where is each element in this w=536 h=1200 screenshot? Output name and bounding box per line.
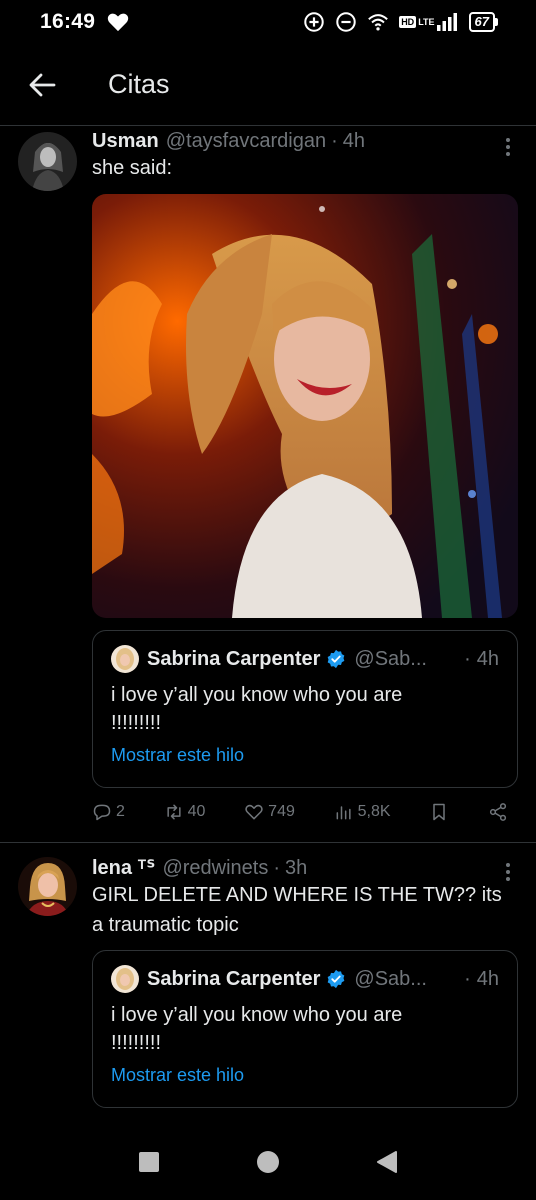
tweet-header: Usman @taysfavcardigan · 4h (92, 130, 518, 153)
author-name[interactable]: lena ᵀᔆ (92, 855, 155, 880)
like-icon (245, 804, 263, 820)
author-handle[interactable]: @taysfavcardigan (166, 130, 326, 153)
bookmark-icon (433, 803, 446, 821)
repost-count: 40 (187, 803, 206, 820)
back-button[interactable] (12, 55, 72, 115)
heart-icon (108, 13, 129, 32)
separator-dot: · (331, 130, 338, 152)
data-saver-icon (304, 12, 324, 32)
quoted-author-handle: @Sab... (354, 647, 427, 670)
quoted-tweet-header: Sabrina Carpenter @Sab... · 4h (111, 965, 499, 993)
battery-level: 67 (468, 12, 495, 32)
status-bar: 16:49 HD LTE 67 (0, 0, 536, 44)
separator-dot: · (273, 857, 281, 879)
system-navigation-bar (0, 1123, 536, 1200)
network-indicator: HD LTE (399, 13, 458, 31)
verified-badge-icon (328, 969, 345, 989)
quoted-tweet-time: 4h (476, 967, 499, 990)
status-icons: HD LTE 67 (303, 11, 498, 33)
recents-square-icon (139, 1151, 160, 1172)
tweet-text: GIRL DELETE AND WHERE IS THE TW?? its a … (92, 884, 502, 936)
quoted-tweet[interactable]: Sabrina Carpenter @Sab... · 4h i love y’… (92, 630, 518, 788)
bookmark-button[interactable] (429, 802, 449, 822)
like-button[interactable]: 749 (244, 802, 295, 822)
separator-dot: · (464, 967, 471, 990)
separator-dot: · (464, 647, 471, 670)
lte-label: LTE (418, 17, 435, 27)
show-thread-link[interactable]: Mostrar este hilo (111, 745, 499, 766)
avatar[interactable] (18, 132, 77, 191)
tweet-header: lena ᵀᔆ @redwinets · 3h (92, 855, 518, 880)
avatar[interactable] (18, 857, 77, 916)
verified-badge-icon (328, 649, 345, 669)
author-name[interactable]: Usman (92, 130, 159, 153)
back-triangle-icon (376, 1150, 397, 1173)
home-button[interactable] (248, 1142, 288, 1182)
repost-icon (167, 804, 181, 820)
tweet[interactable]: lena ᵀᔆ @redwinets · 3h GIRL DELETE AND … (0, 843, 536, 1123)
tweet-content: Usman @taysfavcardigan · 4h she said: Sa… (92, 130, 518, 788)
repost-button[interactable]: 40 (164, 802, 206, 822)
views-button[interactable]: 5,8K (334, 802, 391, 822)
recents-button[interactable] (129, 1142, 169, 1182)
signal-icon (436, 13, 457, 31)
quoted-author-name: Sabrina Carpenter (147, 647, 321, 670)
tweet-actions: 2 40 749 5,8K (92, 802, 508, 822)
home-circle-icon (256, 1150, 279, 1173)
tweet-text: she said: (92, 157, 173, 179)
author-handle[interactable]: @redwinets (162, 857, 268, 880)
reply-button[interactable]: 2 (92, 802, 125, 822)
status-time: 16:49 (40, 10, 96, 33)
quoted-author-handle: @Sab... (354, 967, 427, 990)
views-icon (336, 806, 351, 820)
reply-icon (93, 804, 111, 821)
quoted-avatar (111, 965, 139, 993)
share-icon (489, 803, 507, 821)
quoted-tweet-time: 4h (476, 647, 499, 670)
quoted-tweet-text: i love y’all you know who you are !!!!!!… (111, 684, 403, 734)
quoted-author-name: Sabrina Carpenter (147, 967, 321, 990)
back-arrow-icon (29, 73, 56, 96)
tweet-content: lena ᵀᔆ @redwinets · 3h GIRL DELETE AND … (92, 855, 518, 1108)
share-button[interactable] (488, 802, 508, 822)
system-back-button[interactable] (367, 1142, 407, 1182)
tweet-time[interactable]: 4h (343, 130, 365, 153)
quoted-tweet-text: i love y’all you know who you are !!!!!!… (111, 1004, 403, 1054)
quoted-tweet-header: Sabrina Carpenter @Sab... · 4h (111, 645, 499, 673)
reply-count: 2 (116, 803, 125, 820)
view-count: 5,8K (357, 803, 391, 820)
show-thread-link[interactable]: Mostrar este hilo (111, 1065, 499, 1086)
tweet-media[interactable] (92, 194, 518, 618)
battery-icon: 67 (468, 12, 498, 32)
hd-badge: HD (399, 16, 417, 28)
page-title: Citas (108, 69, 170, 99)
wifi-icon (368, 14, 389, 31)
like-count: 749 (268, 803, 295, 820)
quoted-avatar (111, 645, 139, 673)
do-not-disturb-icon (336, 12, 356, 32)
tweet[interactable]: Usman @taysfavcardigan · 4h she said: Sa… (0, 126, 536, 843)
tweet-time[interactable]: 3h (285, 857, 307, 880)
quoted-tweet[interactable]: Sabrina Carpenter @Sab... · 4h i love y’… (92, 950, 518, 1108)
top-app-bar: Citas (0, 44, 536, 126)
